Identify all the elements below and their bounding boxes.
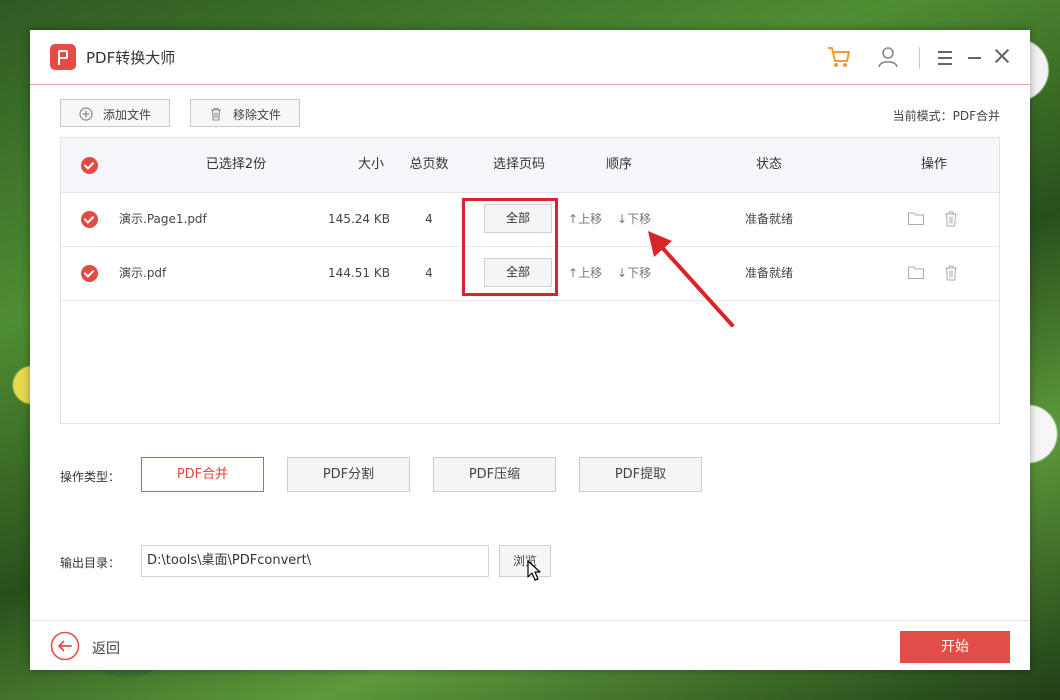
- add-file-label: 添加文件: [103, 108, 152, 122]
- folder-icon[interactable]: [908, 212, 924, 225]
- op-compress-button[interactable]: PDF压缩: [433, 457, 556, 492]
- menu-icon[interactable]: [938, 51, 952, 65]
- start-button[interactable]: 开始: [900, 631, 1010, 663]
- header-page-select: 选择页码: [492, 157, 545, 172]
- move-up-label: 上移: [578, 266, 603, 280]
- output-dir-label: 输出目录：: [60, 556, 121, 570]
- op-extract-button[interactable]: PDF提取: [579, 457, 702, 492]
- back-button-label[interactable]: 返回: [92, 638, 120, 658]
- user-icon[interactable]: [876, 45, 900, 69]
- header-pages: 总页数: [409, 157, 449, 172]
- file-size: 145.24 KB: [328, 212, 390, 226]
- output-path-input[interactable]: D:\tools\桌面\PDFconvert\: [141, 545, 489, 577]
- arrow-down-icon: ↓: [617, 212, 628, 226]
- mouse-cursor-icon: [527, 560, 541, 581]
- annotation-highlight-box: [462, 198, 558, 296]
- move-up-button[interactable]: ↑上移: [568, 192, 602, 246]
- move-down-label: 下移: [627, 212, 652, 226]
- table-header: 已选择2份 大小 总页数 选择页码 顺序 状态 操作: [61, 138, 999, 193]
- header-selected: 已选择2份: [205, 157, 267, 172]
- app-title: PDF转换大师: [86, 49, 176, 67]
- remove-file-label: 移除文件: [233, 108, 282, 122]
- cart-icon[interactable]: [826, 44, 852, 70]
- title-separator: [919, 47, 920, 69]
- file-name: 演示.pdf: [119, 266, 167, 280]
- footer-bar: 返回 开始: [30, 620, 1030, 671]
- file-size: 144.51 KB: [328, 266, 390, 280]
- arrow-up-icon: ↑: [568, 212, 579, 226]
- row-checkbox[interactable]: [81, 211, 98, 228]
- app-window: PDF转换大师 添加文件 移除文件 当前模式：PDF合并 已选择2份 大小 总页…: [30, 30, 1030, 670]
- app-logo-icon: [50, 44, 76, 70]
- current-mode-text: 当前模式：PDF合并: [892, 109, 1000, 123]
- minimize-icon[interactable]: [968, 57, 981, 59]
- file-pages: 4: [425, 266, 433, 280]
- file-pages: 4: [425, 212, 433, 226]
- move-up-label: 上移: [578, 212, 603, 226]
- file-name: 演示.Page1.pdf: [119, 212, 207, 226]
- header-action: 操作: [920, 157, 947, 172]
- back-arrow-icon[interactable]: [50, 631, 80, 661]
- add-file-button[interactable]: 添加文件: [60, 99, 170, 127]
- op-merge-button[interactable]: PDF合并: [141, 457, 264, 492]
- add-circle-icon: [79, 107, 93, 121]
- select-all-checkbox[interactable]: [81, 157, 98, 174]
- header-order: 顺序: [605, 157, 632, 172]
- arrow-down-icon: ↓: [617, 266, 628, 280]
- row-checkbox[interactable]: [81, 265, 98, 282]
- header-status: 状态: [755, 157, 782, 172]
- arrow-up-icon: ↑: [568, 266, 579, 280]
- op-split-button[interactable]: PDF分割: [287, 457, 410, 492]
- annotation-arrow-icon: [648, 231, 734, 327]
- delete-icon[interactable]: [944, 211, 958, 227]
- remove-file-button[interactable]: 移除文件: [190, 99, 300, 127]
- operation-type-label: 操作类型：: [60, 470, 121, 484]
- browse-button[interactable]: 浏览: [499, 545, 551, 577]
- delete-icon[interactable]: [944, 265, 958, 281]
- folder-icon[interactable]: [908, 266, 924, 279]
- close-icon[interactable]: [994, 48, 1010, 64]
- trash-icon: [211, 107, 221, 121]
- title-bar: PDF转换大师: [30, 30, 1030, 85]
- move-up-button[interactable]: ↑上移: [568, 246, 602, 300]
